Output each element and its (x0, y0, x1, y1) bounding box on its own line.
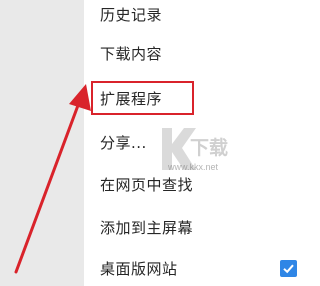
menu-item-label: 下载内容 (100, 44, 163, 63)
watermark-url: www.kkx.net (168, 162, 219, 172)
menu-item-label: 添加到主屏幕 (100, 218, 194, 237)
menu-item-label: 桌面版网站 (100, 259, 178, 278)
menu-item-desktop-site[interactable]: 桌面版网站 (84, 248, 320, 286)
menu-item-label: 分享... (100, 133, 147, 152)
watermark-text: 下载 (190, 137, 229, 159)
checkmark-icon (283, 264, 294, 273)
extensions-highlight-box (91, 81, 194, 115)
menu-item-history[interactable]: 历史记录 (84, 0, 320, 34)
menu-item-label: 在网页中查找 (100, 175, 194, 194)
menu-item-downloads[interactable]: 下载内容 (84, 33, 320, 73)
desktop-site-checkbox[interactable] (280, 259, 297, 277)
menu-item-label: 历史记录 (100, 5, 163, 24)
menu-item-add-to-home-screen[interactable]: 添加到主屏幕 (84, 207, 320, 247)
screenshot: 历史记录 下载内容 扩展程序 分享... 在网页中查找 添加到主屏幕 桌面版网站 (0, 0, 320, 286)
